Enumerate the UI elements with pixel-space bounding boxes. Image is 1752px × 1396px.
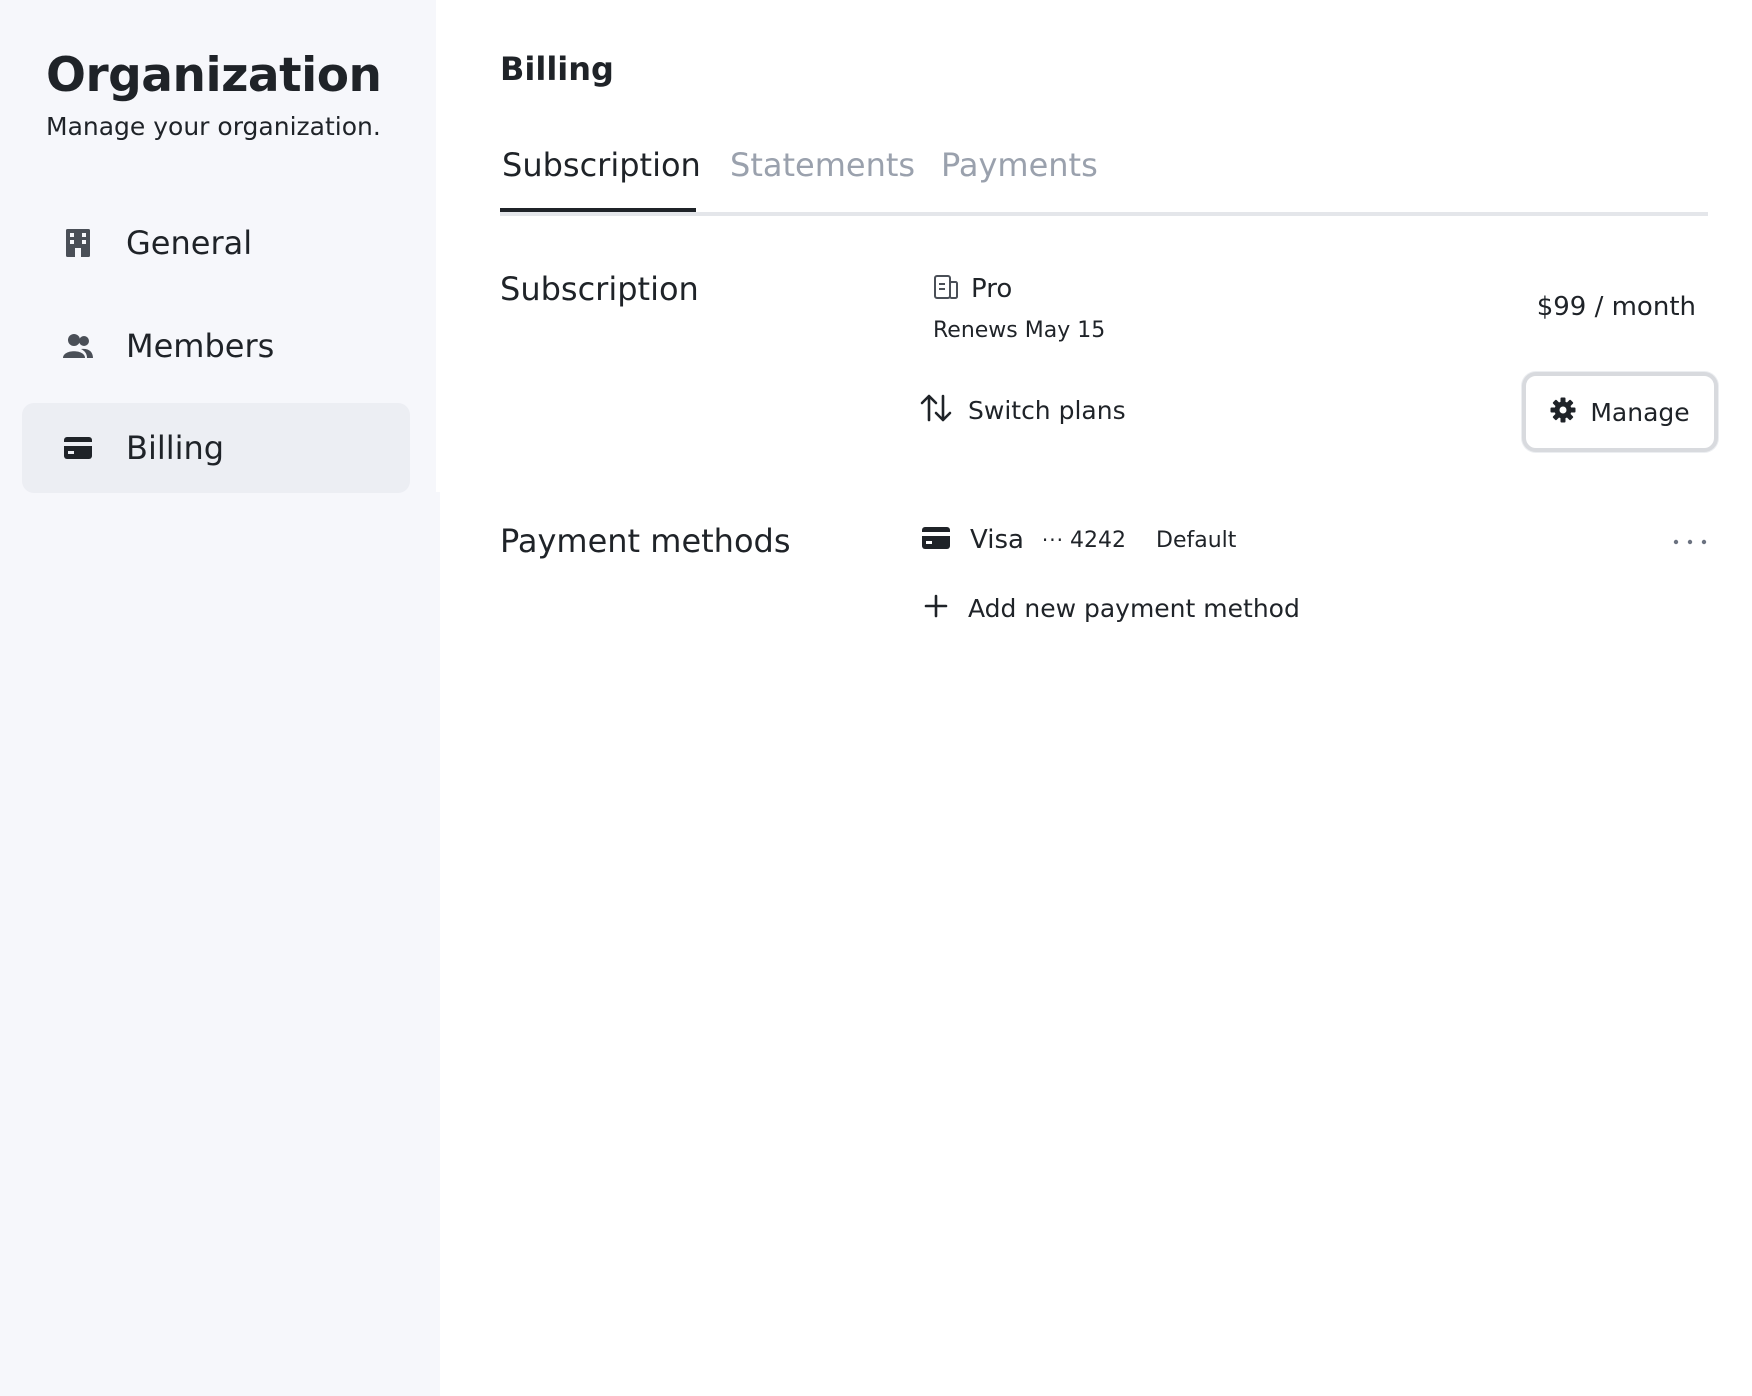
sidebar-item-billing[interactable]: Billing — [22, 403, 410, 493]
add-payment-method-label: Add new payment method — [968, 593, 1300, 623]
more-horizontal-icon — [1672, 531, 1708, 550]
swap-vertical-icon — [920, 393, 952, 427]
tab-payments[interactable]: Payments — [941, 146, 1098, 184]
credit-card-icon — [922, 527, 950, 553]
sidebar-notch — [436, 0, 440, 492]
renewal-date: Renews May 15 — [933, 318, 1106, 343]
manage-button[interactable]: Manage — [1522, 372, 1718, 452]
tab-bar: Subscription Statements Payments — [500, 140, 1708, 216]
gear-icon — [1550, 397, 1576, 427]
plan-name: Pro — [971, 274, 1013, 304]
card-mask: ··· — [1041, 528, 1064, 552]
add-payment-method-button[interactable]: Add new payment method — [920, 592, 1300, 624]
payment-methods-section-label: Payment methods — [500, 522, 791, 560]
subscription-section-label: Subscription — [500, 270, 699, 308]
sidebar-item-label: Billing — [126, 429, 225, 467]
plan-price: $99 / month — [1536, 292, 1696, 322]
sidebar-item-label: General — [126, 224, 253, 262]
switch-plans-button[interactable]: Switch plans — [920, 393, 1126, 427]
plus-icon — [920, 592, 952, 624]
credit-card-icon — [62, 432, 94, 464]
default-badge: Default — [1156, 527, 1237, 553]
manage-label: Manage — [1590, 397, 1690, 427]
tab-subscription[interactable]: Subscription — [502, 146, 701, 184]
tab-statements[interactable]: Statements — [730, 146, 915, 184]
payment-method-row: Visa ··· 4242 Default — [922, 522, 1702, 558]
users-icon — [62, 330, 94, 362]
switch-plans-label: Switch plans — [968, 395, 1126, 425]
active-tab-indicator — [500, 208, 696, 212]
building-icon — [62, 227, 94, 259]
main-content: Billing Subscription Statements Payments… — [500, 0, 1752, 1396]
plan-row: Pro — [933, 274, 1012, 304]
organization-title: Organization — [46, 48, 382, 103]
sidebar-item-general[interactable]: General — [22, 198, 410, 288]
sidebar: Organization Manage your organization. G… — [0, 0, 440, 1396]
sidebar-item-members[interactable]: Members — [22, 301, 410, 391]
organization-subtitle: Manage your organization. — [46, 112, 381, 141]
app-root: Organization Manage your organization. G… — [0, 0, 1752, 1396]
card-last4: 4242 — [1070, 527, 1126, 553]
payment-method-more-button[interactable] — [1668, 528, 1712, 552]
sidebar-item-label: Members — [126, 327, 275, 365]
card-brand: Visa — [970, 525, 1024, 555]
plan-icon — [933, 274, 959, 304]
page-title: Billing — [500, 50, 614, 88]
